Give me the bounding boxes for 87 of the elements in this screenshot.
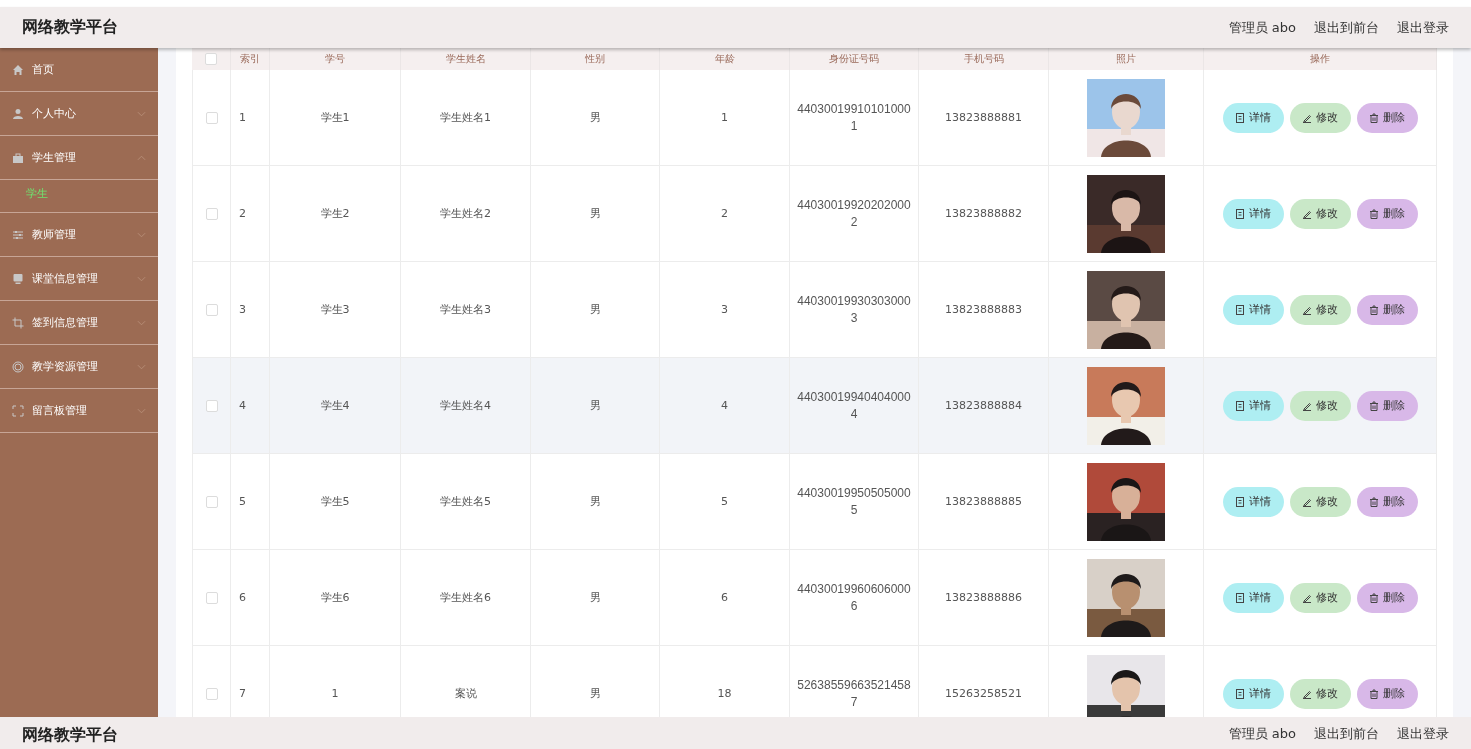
column-header[interactable]: 身份证号码: [790, 48, 919, 70]
table-cell: 5: [721, 495, 728, 508]
delete-button[interactable]: 删除: [1356, 486, 1418, 517]
edit-button[interactable]: 修改: [1289, 678, 1351, 709]
table-cell: 1: [239, 111, 246, 124]
table-cell: 学生姓名6: [440, 590, 491, 605]
table-cell: 学生2: [320, 206, 350, 221]
table-cell: 学生姓名3: [440, 302, 491, 317]
column-header[interactable]: 手机号码: [919, 48, 1049, 70]
table-cell: 学生姓名5: [440, 494, 491, 509]
delete-button[interactable]: 删除: [1356, 294, 1418, 325]
column-header[interactable]: 年龄: [660, 48, 790, 70]
table-cell: 13823888883: [945, 303, 1022, 316]
table-cell: 学生5: [320, 494, 350, 509]
table-cell: 13823888882: [945, 207, 1022, 220]
delete-button[interactable]: 删除: [1356, 198, 1418, 229]
top-link[interactable]: 管理员 abo: [1228, 725, 1296, 743]
table-cell: 6: [721, 591, 728, 604]
edit-button[interactable]: 修改: [1289, 198, 1351, 229]
table-cell: 男: [589, 590, 601, 605]
column-header[interactable]: 照片: [1049, 48, 1204, 70]
app-title: 网络教学平台: [22, 17, 118, 38]
table-cell: 4: [721, 399, 728, 412]
table-cell: 440300199404040004: [797, 388, 911, 423]
table-cell: 13823888881: [945, 111, 1022, 124]
app-title: 网络教学平台: [22, 725, 118, 746]
table-cell: 学生姓名4: [440, 398, 491, 413]
table-cell: 学生1: [320, 110, 350, 125]
top-link[interactable]: 退出到前台: [1314, 725, 1379, 743]
edit-button[interactable]: 修改: [1289, 582, 1351, 613]
table-cell: 440300199606060006: [797, 580, 911, 615]
delete-button[interactable]: 删除: [1356, 582, 1418, 613]
top-link[interactable]: 管理员 abo: [1228, 18, 1296, 37]
edit-button[interactable]: 修改: [1289, 486, 1351, 517]
table-cell: 1: [721, 111, 728, 124]
table-cell: 学生姓名2: [440, 206, 491, 221]
edit-button[interactable]: 修改: [1289, 390, 1351, 421]
table-cell: 男: [589, 302, 601, 317]
edit-button[interactable]: 修改: [1289, 102, 1351, 133]
column-header[interactable]: 学生姓名: [401, 48, 531, 70]
table-cell: 526385596635214587: [797, 676, 911, 711]
table-cell: 7: [239, 687, 246, 700]
table-cell: 男: [589, 494, 601, 509]
column-header[interactable]: 操作: [1204, 48, 1437, 70]
table-cell: 440300199101010001: [797, 100, 911, 135]
delete-button[interactable]: 删除: [1356, 390, 1418, 421]
detail-button[interactable]: 详情: [1222, 582, 1284, 613]
table-cell: 4: [239, 399, 246, 412]
detail-button[interactable]: 详情: [1222, 390, 1284, 421]
table-cell: 440300199303030003: [797, 292, 911, 327]
table-cell: 3: [721, 303, 728, 316]
detail-button[interactable]: 详情: [1222, 486, 1284, 517]
column-header[interactable]: 性别: [531, 48, 660, 70]
table-cell: 男: [589, 110, 601, 125]
top-link[interactable]: 退出登录: [1397, 725, 1449, 743]
table-cell: 440300199202020002: [797, 196, 911, 231]
column-header[interactable]: 索引: [231, 48, 270, 70]
table-cell: 学生3: [320, 302, 350, 317]
table-cell: 18: [717, 687, 732, 700]
detail-button[interactable]: 详情: [1222, 198, 1284, 229]
table-cell: 学生姓名1: [440, 110, 491, 125]
table-cell: 男: [589, 686, 601, 701]
table-cell: 1: [331, 687, 339, 700]
table-cell: 6: [239, 591, 246, 604]
column-header[interactable]: 学号: [270, 48, 401, 70]
table-cell: 13823888884: [945, 399, 1022, 412]
detail-button[interactable]: 详情: [1222, 678, 1284, 709]
edit-button[interactable]: 修改: [1289, 294, 1351, 325]
table-cell: 15263258521: [945, 687, 1022, 700]
table-cell: 2: [239, 207, 246, 220]
delete-button[interactable]: 删除: [1356, 678, 1418, 709]
table-cell: 440300199505050005: [797, 484, 911, 519]
table-cell: 学生4: [320, 398, 350, 413]
table-cell: 5: [239, 495, 246, 508]
table-cell: 13823888886: [945, 591, 1022, 604]
detail-button[interactable]: 详情: [1222, 294, 1284, 325]
table-cell: 案说: [454, 686, 477, 701]
table-cell: 学生6: [320, 590, 350, 605]
top-link[interactable]: 退出到前台: [1314, 18, 1379, 37]
table-cell: 2: [721, 207, 728, 220]
table-cell: 男: [589, 398, 601, 413]
table-cell: 13823888885: [945, 495, 1022, 508]
table-cell: 男: [589, 206, 601, 221]
delete-button[interactable]: 删除: [1356, 102, 1418, 133]
table-cell: 3: [239, 303, 246, 316]
detail-button[interactable]: 详情: [1222, 102, 1284, 133]
top-link[interactable]: 退出登录: [1397, 18, 1449, 37]
